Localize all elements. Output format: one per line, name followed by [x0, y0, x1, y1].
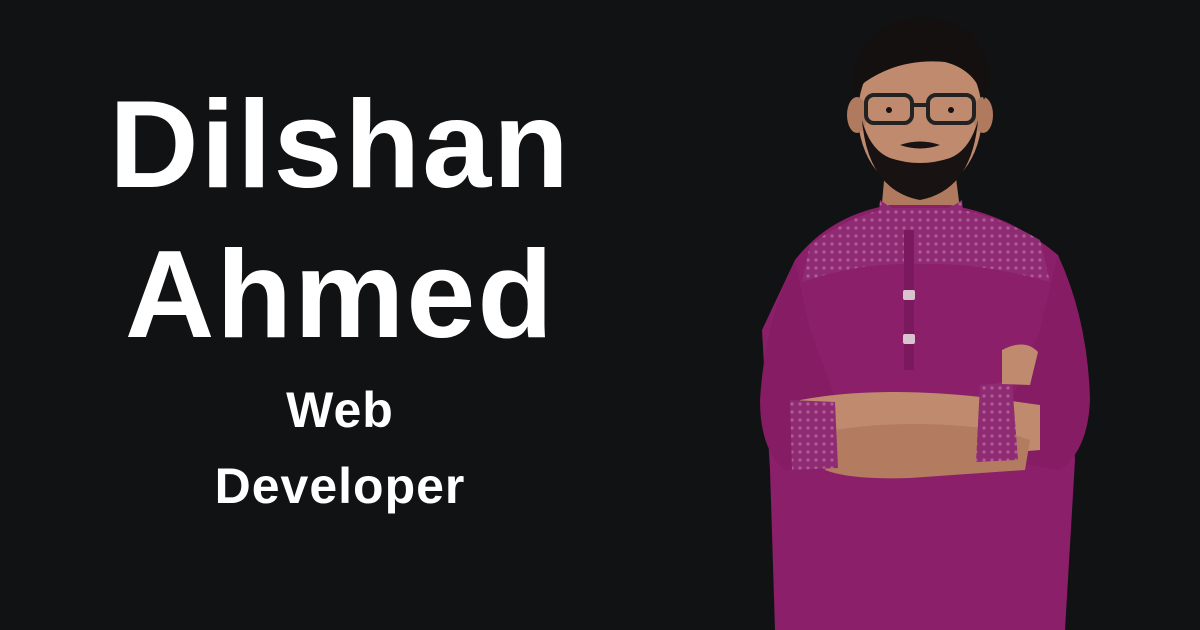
headline-block: Dilshan Ahmed Web Developer: [60, 70, 620, 524]
role-line-2: Developer: [214, 458, 466, 514]
person-portrait-icon: [760, 17, 1090, 630]
role-line-1: Web: [286, 382, 394, 438]
profile-banner: Dilshan Ahmed Web Developer: [0, 0, 1200, 630]
first-name: Dilshan: [109, 76, 571, 214]
last-name: Ahmed: [124, 226, 556, 364]
person-portrait: [740, 0, 1120, 630]
